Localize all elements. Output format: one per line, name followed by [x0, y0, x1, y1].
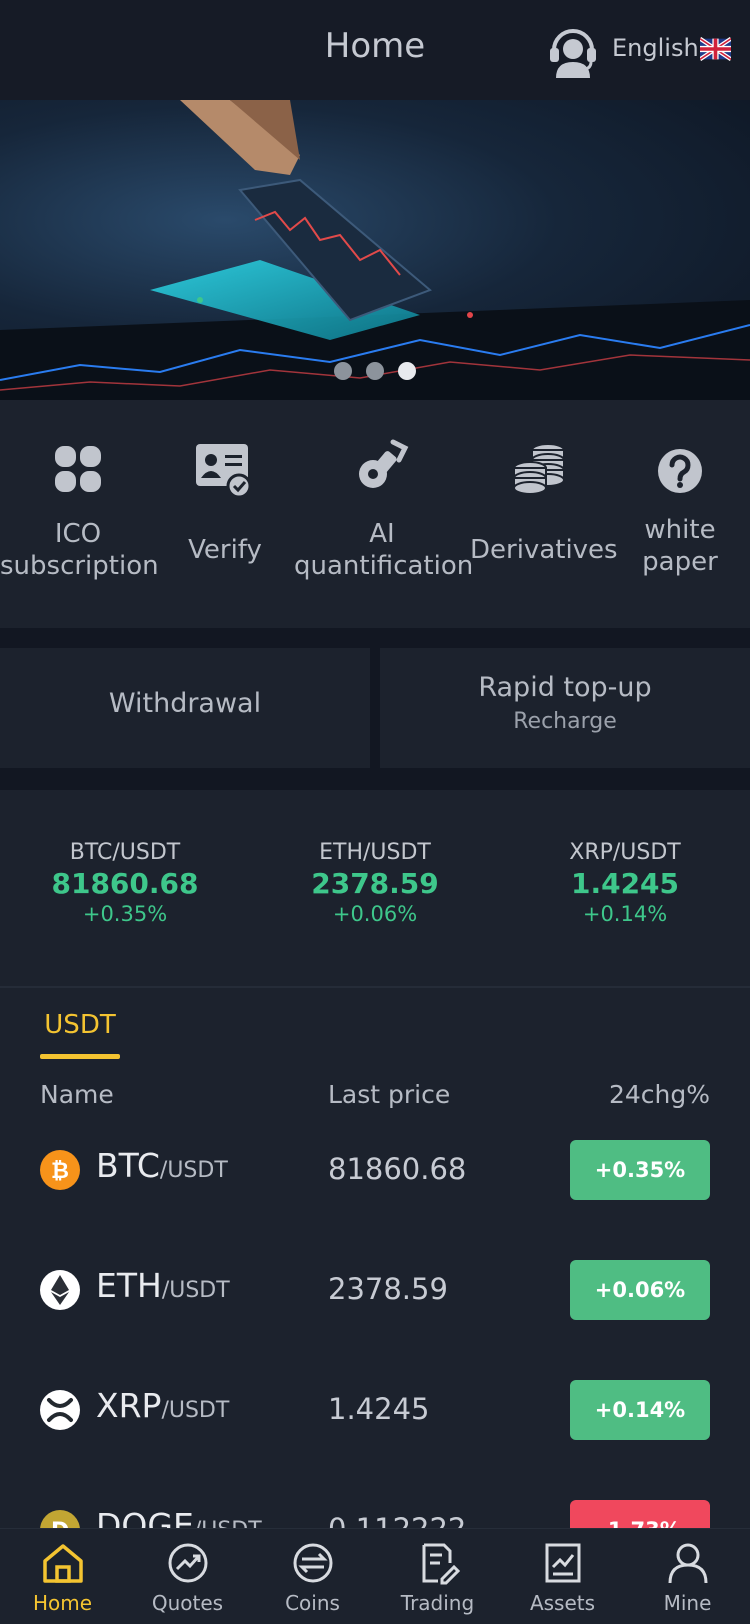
shortcut-ico-subscription[interactable]: ICO subscription [0, 400, 159, 628]
coin-stack-icon [513, 443, 565, 495]
ticker-pair: XRP/USDT [569, 840, 681, 865]
quote-symbol: /USDT [159, 1158, 228, 1183]
edit-doc-icon [422, 1543, 460, 1585]
xrp-icon [40, 1390, 80, 1430]
nav-label: Trading [400, 1591, 475, 1615]
top-header: Home English [0, 0, 750, 100]
base-symbol: XRP [96, 1386, 162, 1425]
shortcut-white-paper[interactable]: white paper [610, 400, 750, 628]
trend-icon [168, 1543, 208, 1583]
bitcoin-icon: ₿ [40, 1150, 80, 1190]
column-header-name: Name [40, 1080, 114, 1109]
ticker-eth[interactable]: ETH/USDT 2378.59 +0.06% [250, 840, 500, 926]
nav-label: Coins [285, 1591, 340, 1615]
market-row-eth[interactable]: ETH/USDT 2378.59 +0.06% [0, 1260, 750, 1320]
nav-label: Home [32, 1591, 93, 1615]
last-price: 81860.68 [328, 1152, 467, 1186]
pair-symbol: BTC/USDT [96, 1146, 228, 1185]
quote-symbol: /USDT [161, 1398, 230, 1423]
ticker-change: +0.06% [332, 902, 418, 926]
home-icon [43, 1544, 83, 1583]
nav-home[interactable]: Home [0, 1529, 125, 1624]
nav-mine[interactable]: Mine [625, 1529, 750, 1624]
ticker-btc[interactable]: BTC/USDT 81860.68 +0.35% [0, 840, 250, 926]
tab-usdt[interactable]: USDT [40, 1010, 120, 1040]
language-selector[interactable]: English [612, 34, 699, 62]
market-row-xrp[interactable]: XRP/USDT 1.4245 +0.14% [0, 1380, 750, 1440]
ethereum-icon [40, 1270, 80, 1310]
section-divider [0, 628, 750, 648]
last-price: 1.4245 [328, 1392, 430, 1426]
section-divider [0, 768, 750, 790]
rapid-topup-button[interactable]: Rapid top-up Recharge [380, 648, 750, 768]
nav-quotes[interactable]: Quotes [125, 1529, 250, 1624]
shortcut-grid: ICO subscription Verify AI quantificatio… [0, 400, 750, 628]
base-symbol: ETH [96, 1266, 162, 1305]
column-header-last-price: Last price [328, 1080, 451, 1109]
ticker-change: +0.14% [582, 902, 668, 926]
change-badge[interactable]: +0.06% [570, 1260, 710, 1320]
last-price: 2378.59 [328, 1272, 448, 1306]
shortcut-ai-quantification[interactable]: AI quantification [294, 400, 474, 628]
chart-frame-icon [545, 1543, 581, 1583]
carousel-dot[interactable] [334, 362, 352, 380]
withdrawal-label: Withdrawal [108, 688, 262, 719]
ticker-price: 1.4245 [570, 867, 680, 900]
quick-actions: Withdrawal Rapid top-up Recharge [0, 648, 750, 768]
ticker-strip: BTC/USDT 81860.68 +0.35% ETH/USDT 2378.5… [0, 790, 750, 986]
shortcut-label: quantification [294, 551, 474, 581]
carousel-dots[interactable] [334, 362, 416, 380]
ticker-pair: BTC/USDT [69, 840, 181, 865]
nav-label: Assets [529, 1591, 596, 1615]
nav-label: Mine [663, 1591, 712, 1615]
nav-assets[interactable]: Assets [500, 1529, 625, 1624]
user-icon [668, 1543, 708, 1584]
tab-active-indicator [40, 1054, 120, 1059]
nav-coins[interactable]: Coins [250, 1529, 375, 1624]
uk-flag-icon[interactable] [700, 37, 731, 61]
robot-arm-icon [359, 439, 409, 488]
market-list: USDT Name Last price 24chg% ₿ BTC/USDT 8… [0, 988, 750, 1560]
market-row-btc[interactable]: ₿ BTC/USDT 81860.68 +0.35% [0, 1140, 750, 1200]
shortcut-label: white [644, 515, 716, 545]
headset-icon[interactable] [546, 22, 600, 78]
shortcut-label: subscription [0, 551, 159, 581]
base-symbol: BTC [96, 1146, 160, 1185]
column-header-change: 24chg% [608, 1080, 710, 1109]
pair-symbol: XRP/USDT [96, 1386, 229, 1425]
withdrawal-button[interactable]: Withdrawal [0, 648, 370, 768]
shortcut-label: ICO [54, 519, 102, 549]
ticker-price: 81860.68 [51, 867, 199, 900]
shortcut-label: paper [642, 547, 718, 577]
ticker-price: 2378.59 [311, 867, 439, 900]
id-card-icon [196, 444, 252, 499]
carousel-dot[interactable] [366, 362, 384, 380]
shortcut-label: Verify [188, 535, 262, 565]
shortcut-derivatives[interactable]: Derivatives [470, 400, 618, 628]
carousel-dot-active[interactable] [398, 362, 416, 380]
nav-trading[interactable]: Trading [375, 1529, 500, 1624]
ticker-pair: ETH/USDT [319, 840, 431, 865]
change-badge[interactable]: +0.14% [570, 1380, 710, 1440]
ticker-xrp[interactable]: XRP/USDT 1.4245 +0.14% [500, 840, 750, 926]
banner-illustration [0, 100, 750, 400]
shortcut-label: Derivatives [470, 535, 618, 565]
exchange-icon [293, 1543, 333, 1583]
svg-text:₿: ₿ [51, 1159, 69, 1184]
rapid-topup-label: Rapid top-up [478, 672, 652, 703]
bottom-navigation: Home Quotes Coins Trading Assets Mine [0, 1528, 750, 1624]
nav-label: Quotes [151, 1591, 224, 1615]
shortcut-verify[interactable]: Verify [156, 400, 294, 628]
shortcut-label: AI [369, 519, 395, 549]
ticker-change: +0.35% [82, 902, 168, 926]
pair-symbol: ETH/USDT [96, 1266, 230, 1305]
quote-symbol: /USDT [161, 1278, 230, 1303]
question-icon [658, 449, 702, 493]
recharge-label: Recharge [513, 709, 617, 734]
change-badge[interactable]: +0.35% [570, 1140, 710, 1200]
promo-banner[interactable] [0, 100, 750, 400]
clover-icon [55, 446, 101, 492]
